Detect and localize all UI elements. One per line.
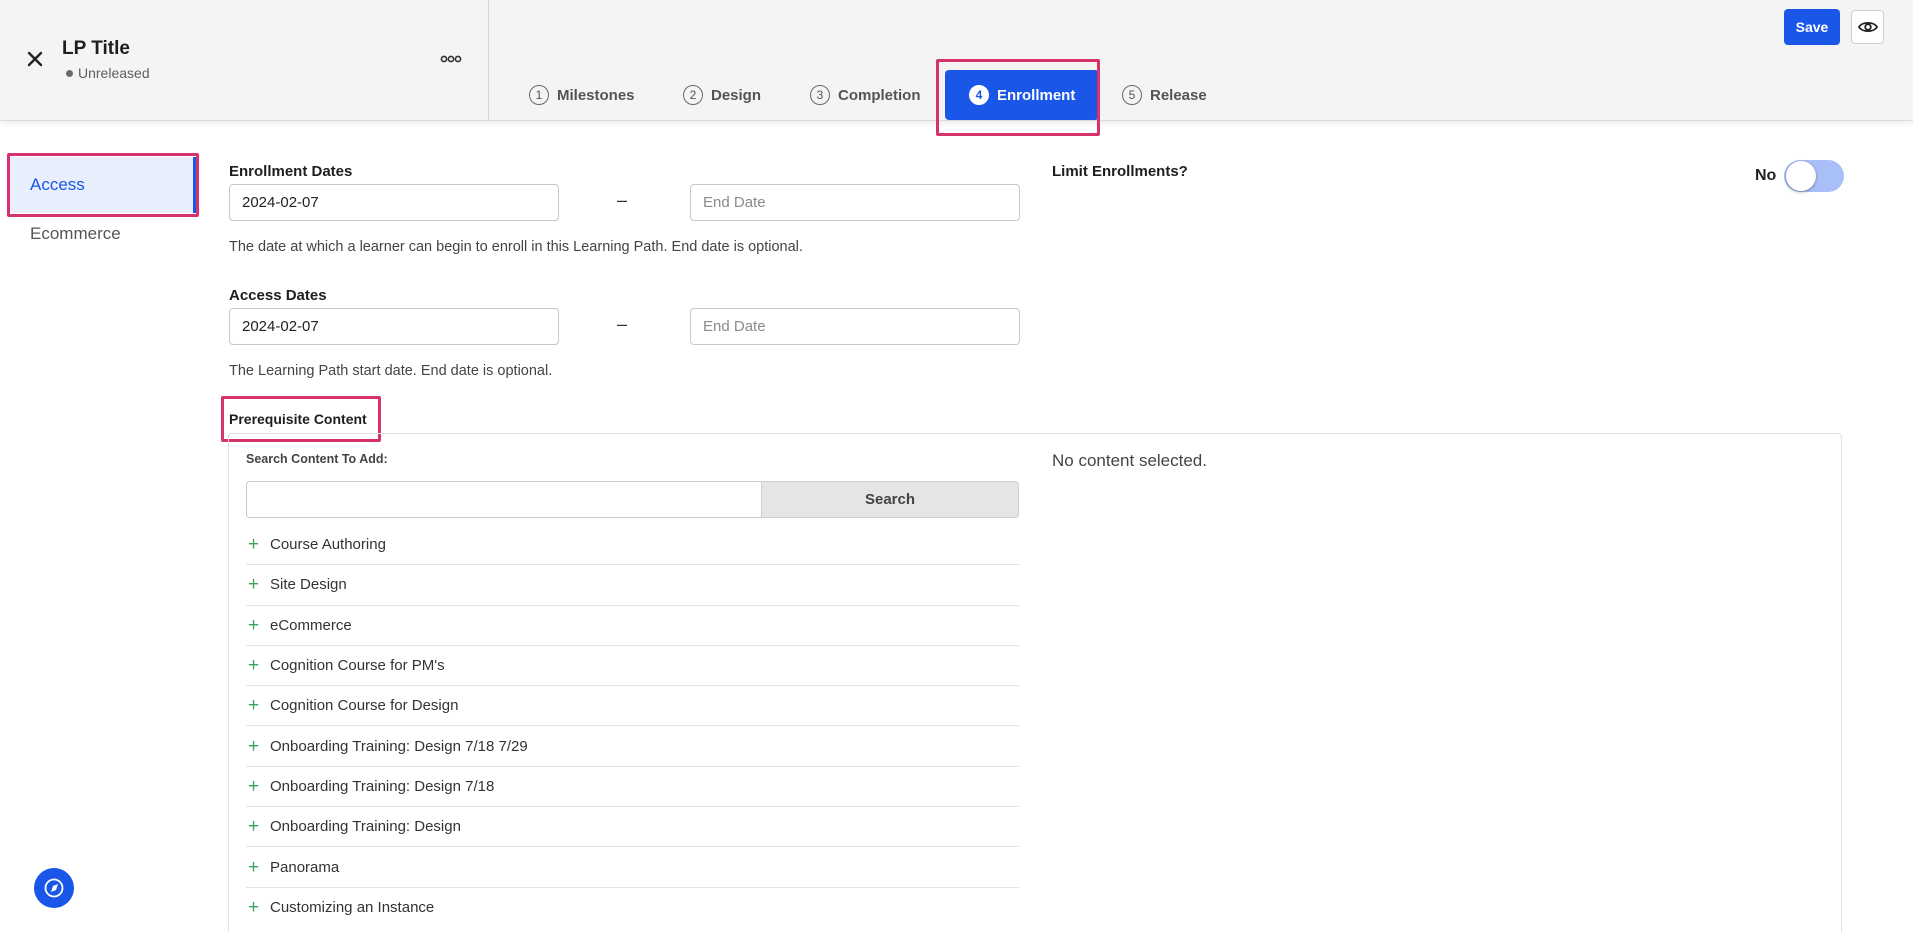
tab-label: Completion xyxy=(838,86,921,104)
more-options-icon[interactable] xyxy=(440,52,462,66)
save-button[interactable]: Save xyxy=(1784,9,1840,45)
status-dot-icon xyxy=(66,69,73,77)
enrollment-dates-label: Enrollment Dates xyxy=(229,163,353,180)
step-number-icon: 4 xyxy=(969,85,989,105)
date-range-separator: – xyxy=(617,314,628,334)
list-item[interactable]: + Site Design xyxy=(246,565,1019,606)
search-content-label: Search Content To Add: xyxy=(246,452,388,466)
plus-icon[interactable]: + xyxy=(248,696,260,715)
close-icon[interactable] xyxy=(24,48,46,70)
compass-icon xyxy=(44,878,64,898)
header-title-area: LP Title Unreleased xyxy=(0,0,489,121)
tab-label: Enrollment xyxy=(997,86,1076,104)
date-range-separator: – xyxy=(617,190,628,210)
status-text: Unreleased xyxy=(78,65,150,81)
list-item-label: Onboarding Training: Design xyxy=(270,818,461,836)
list-item-label: Site Design xyxy=(270,576,347,594)
access-end-date-input[interactable]: End Date xyxy=(690,308,1020,345)
step-number-icon: 5 xyxy=(1122,85,1142,105)
content-list: + Course Authoring + Site Design + eCommerc… xyxy=(246,525,1019,928)
enrollment-help-text: The date at which a learner can begin to… xyxy=(229,239,803,255)
list-item-label: Cognition Course for Design xyxy=(270,697,459,715)
list-item-label: eCommerce xyxy=(270,616,352,634)
plus-icon[interactable]: + xyxy=(248,858,260,877)
list-item[interactable]: + Onboarding Training: Design 7/18 xyxy=(246,767,1019,808)
list-item-label: Onboarding Training: Design 7/18 7/29 xyxy=(270,737,528,755)
list-item[interactable]: + Cognition Course for PM's xyxy=(246,646,1019,687)
sidebar-item-access[interactable]: Access xyxy=(10,157,196,213)
list-item-label: Course Authoring xyxy=(270,536,386,554)
step-number-icon: 2 xyxy=(683,85,703,105)
plus-icon[interactable]: + xyxy=(248,817,260,836)
list-item[interactable]: + Onboarding Training: Design 7/18 7/29 xyxy=(246,726,1019,767)
enrollment-start-date-input[interactable]: 2024-02-07 xyxy=(229,184,559,221)
tab-label: Design xyxy=(711,86,762,104)
list-item-label: Cognition Course for PM's xyxy=(270,657,445,675)
search-button[interactable]: Search xyxy=(761,481,1019,518)
list-item[interactable]: + Panorama xyxy=(246,847,1019,888)
enrollment-end-date-input[interactable]: End Date xyxy=(690,184,1020,221)
limit-enrollments-toggle[interactable] xyxy=(1784,160,1844,192)
tab-completion[interactable]: 3 Completion xyxy=(810,68,921,122)
access-start-date-input[interactable]: 2024-02-07 xyxy=(229,308,559,345)
limit-enrollments-toggle-text: No xyxy=(1755,167,1777,184)
plus-icon[interactable]: + xyxy=(248,898,260,917)
list-item[interactable]: + eCommerce xyxy=(246,606,1019,646)
no-content-selected-text: No content selected. xyxy=(1052,451,1207,470)
plus-icon[interactable]: + xyxy=(248,575,260,594)
plus-icon[interactable]: + xyxy=(248,535,260,554)
tab-label: Release xyxy=(1150,86,1207,104)
status-badge: Unreleased xyxy=(66,65,150,81)
prerequisite-content-label: Prerequisite Content xyxy=(229,411,367,427)
list-item[interactable]: + Course Authoring xyxy=(246,525,1019,566)
limit-enrollments-label: Limit Enrollments? xyxy=(1052,163,1188,180)
page-title: LP Title xyxy=(62,38,130,59)
preview-button[interactable] xyxy=(1851,10,1884,44)
access-help-text: The Learning Path start date. End date i… xyxy=(229,363,553,379)
toggle-knob xyxy=(1786,161,1816,191)
search-content-input[interactable] xyxy=(246,481,762,518)
plus-icon[interactable]: + xyxy=(248,616,260,635)
list-item-label: Customizing an Instance xyxy=(270,899,435,917)
access-dates-label: Access Dates xyxy=(229,287,327,304)
tab-enrollment[interactable]: 4 Enrollment xyxy=(945,70,1100,120)
eye-icon xyxy=(1857,21,1878,33)
tab-release[interactable]: 5 Release xyxy=(1122,68,1207,122)
step-number-icon: 1 xyxy=(529,85,549,105)
step-number-icon: 3 xyxy=(810,85,830,105)
tab-milestones[interactable]: 1 Milestones xyxy=(529,68,635,122)
plus-icon[interactable]: + xyxy=(248,737,260,756)
plus-icon[interactable]: + xyxy=(248,656,260,675)
top-header: LP Title Unreleased 1 Milestones 2 Desig… xyxy=(0,0,1913,121)
list-item[interactable]: + Onboarding Training: Design xyxy=(246,807,1019,848)
list-item-label: Onboarding Training: Design 7/18 xyxy=(270,777,495,795)
help-widget-button[interactable] xyxy=(34,868,74,908)
sidebar-item-ecommerce[interactable]: Ecommerce xyxy=(10,206,196,262)
plus-icon[interactable]: + xyxy=(248,777,260,796)
tab-label: Milestones xyxy=(557,86,635,104)
list-item-label: Panorama xyxy=(270,858,340,876)
list-item[interactable]: + Cognition Course for Design xyxy=(246,686,1019,727)
list-item[interactable]: + Customizing an Instance xyxy=(246,888,1019,928)
tab-design[interactable]: 2 Design xyxy=(683,68,761,122)
